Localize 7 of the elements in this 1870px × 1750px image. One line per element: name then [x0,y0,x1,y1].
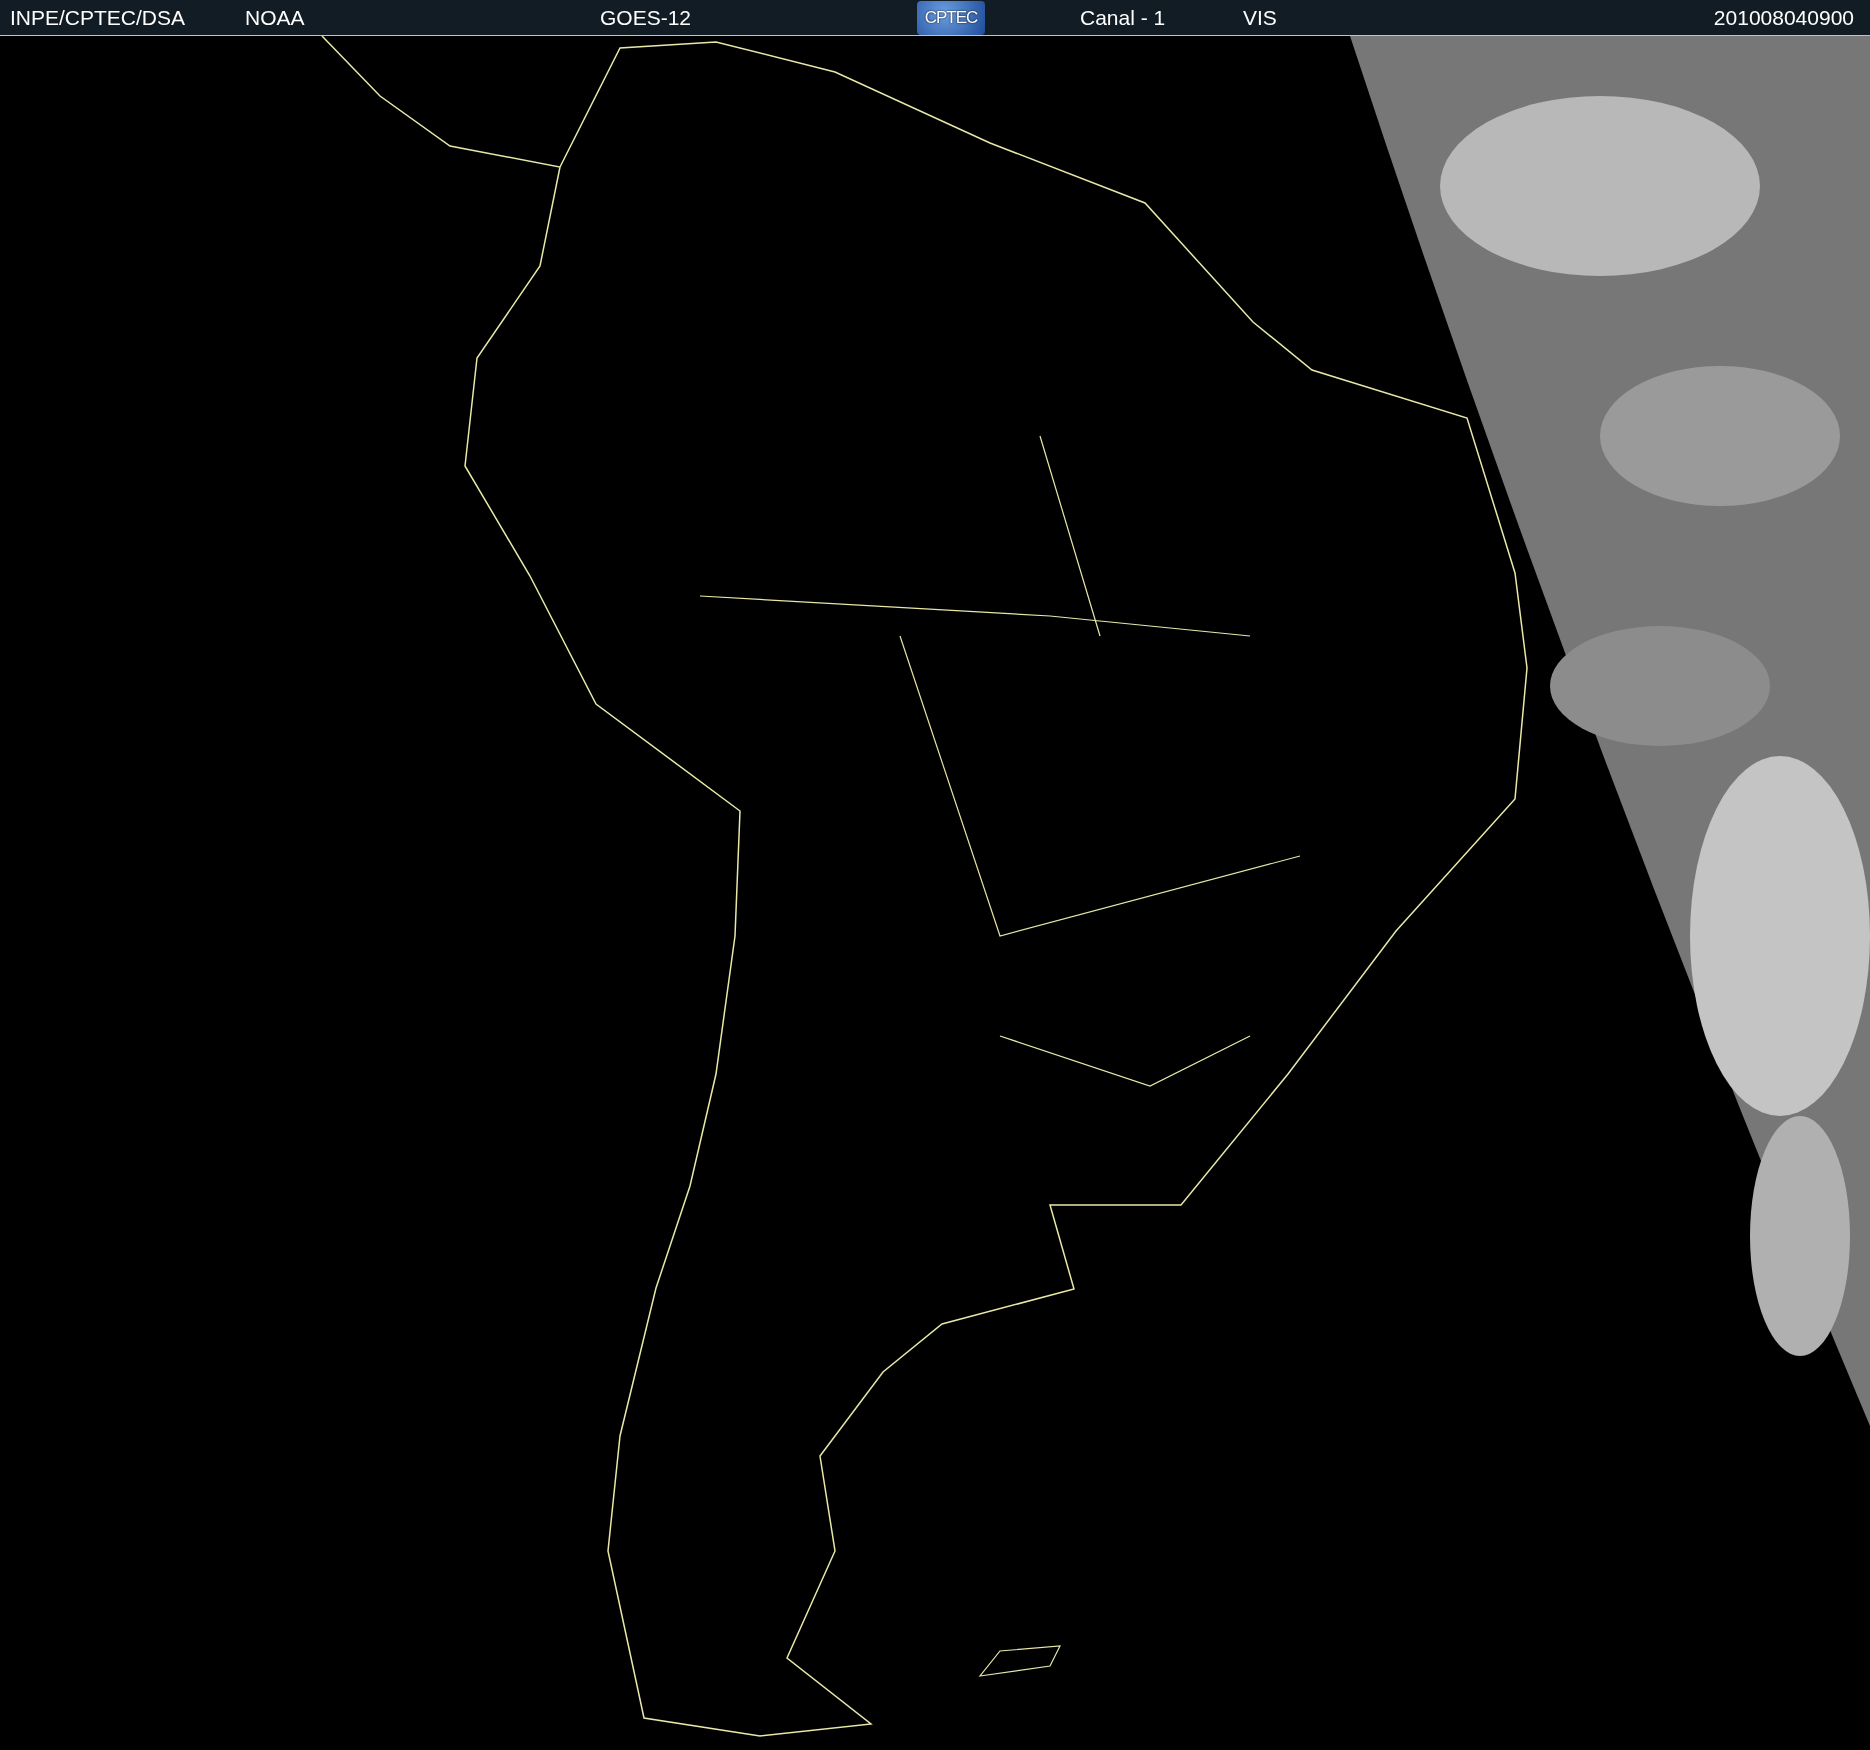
agency-label: NOAA [245,4,306,31]
band-label: VIS [1243,4,1278,31]
source-label: INPE/CPTEC/DSA [9,4,187,31]
timestamp-label: 201008040900 [1713,4,1855,31]
logo: CPTEC [917,0,985,35]
channel-label: Canal - 1 [1080,4,1167,31]
satellite-label: GOES-12 [600,4,693,31]
